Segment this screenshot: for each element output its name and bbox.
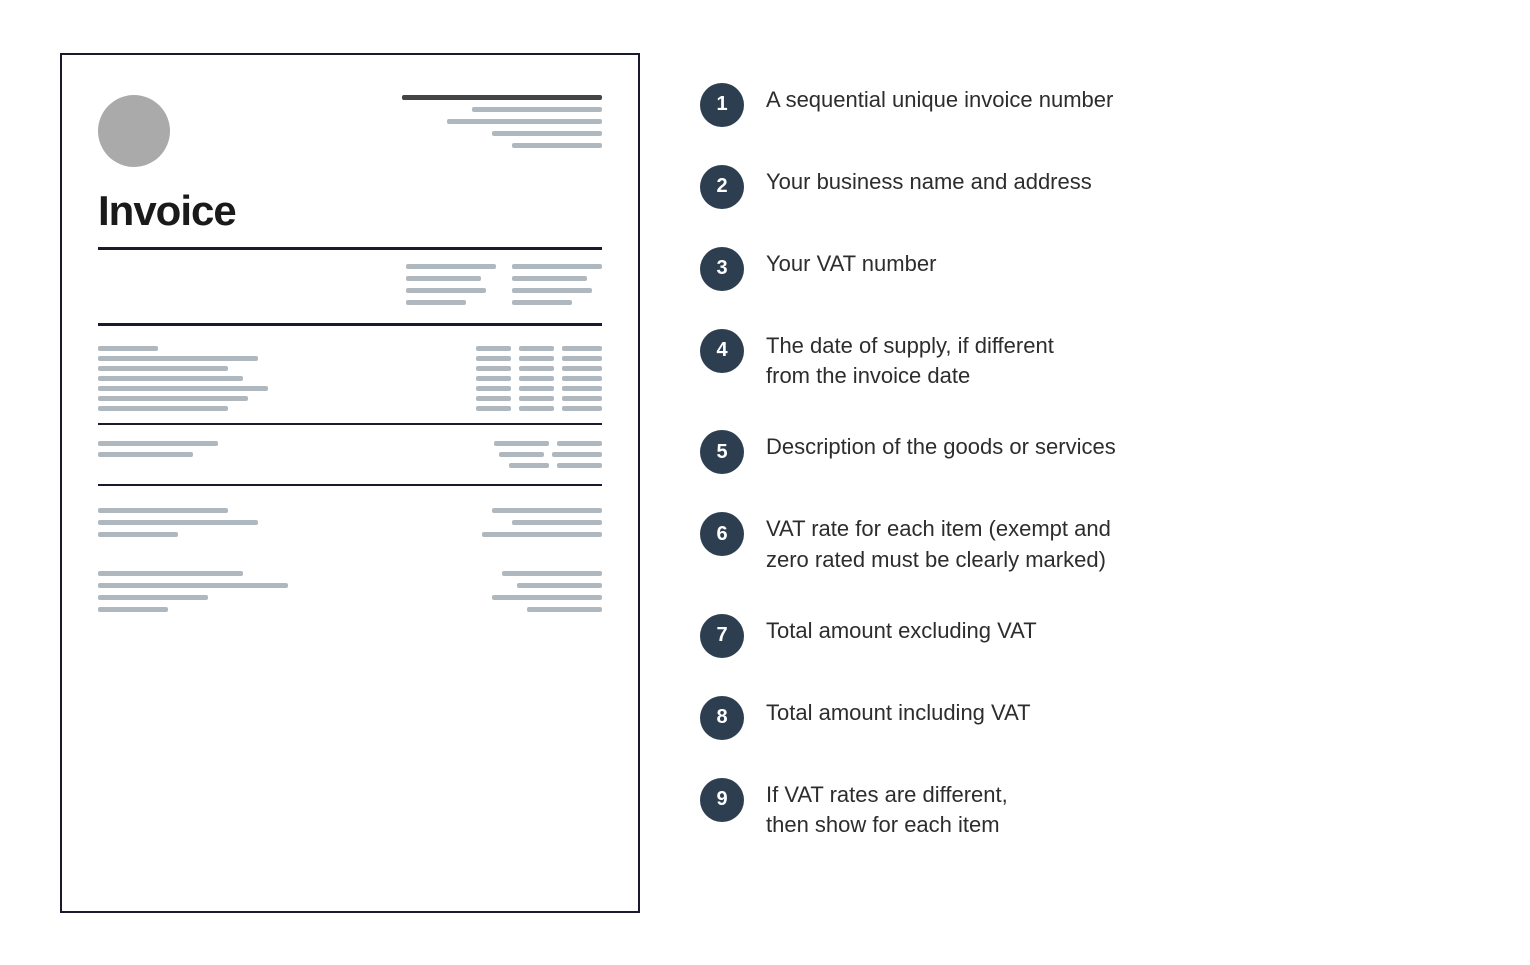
invoice-items <box>98 346 602 411</box>
header-bar-3 <box>447 119 602 124</box>
header-bar-1 <box>402 95 602 100</box>
list-item-2: 2 Your business name and address <box>700 145 1470 227</box>
invoice-divider-3 <box>98 423 602 425</box>
info-col-2 <box>512 264 602 305</box>
invoice-divider-1 <box>98 247 602 250</box>
info-col-1 <box>406 264 496 305</box>
info-bar-3 <box>406 288 486 293</box>
list-text-6: VAT rate for each item (exempt and zero … <box>766 510 1111 576</box>
list-text-5: Description of the goods or services <box>766 428 1116 463</box>
header-bar-5 <box>512 143 602 148</box>
list-badge-8: 8 <box>700 696 744 740</box>
invoice-title: Invoice <box>98 187 602 235</box>
header-bar-2 <box>472 107 602 112</box>
list-text-2: Your business name and address <box>766 163 1092 198</box>
list-item-5: 5 Description of the goods or services <box>700 410 1470 492</box>
info-bar-6 <box>512 276 587 281</box>
list-item-9: 9 If VAT rates are different, then show … <box>700 758 1470 860</box>
subtotals-right <box>494 441 602 468</box>
list-badge-6: 6 <box>700 512 744 556</box>
invoice-footer <box>98 508 602 612</box>
list-item-1: 1 A sequential unique invoice number <box>700 63 1470 145</box>
info-bar-1 <box>406 264 496 269</box>
list-badge-7: 7 <box>700 614 744 658</box>
list-text-3: Your VAT number <box>766 245 936 280</box>
list-text-1: A sequential unique invoice number <box>766 81 1113 116</box>
list-badge-4: 4 <box>700 329 744 373</box>
invoice-divider-4 <box>98 484 602 486</box>
invoice-mock: Invoice <box>60 53 640 913</box>
info-bar-5 <box>512 264 602 269</box>
page-container: Invoice <box>0 13 1530 953</box>
info-bar-4 <box>406 300 466 305</box>
info-bar-8 <box>512 300 572 305</box>
list-item-6: 6 VAT rate for each item (exempt and zer… <box>700 492 1470 594</box>
list-text-8: Total amount including VAT <box>766 694 1031 729</box>
invoice-info-row <box>98 264 602 305</box>
info-bar-7 <box>512 288 592 293</box>
item-right-1 <box>476 346 602 411</box>
info-bar-2 <box>406 276 481 281</box>
invoice-logo <box>98 95 170 167</box>
subtotals-left <box>98 441 218 457</box>
list-item-4: 4 The date of supply, if different from … <box>700 309 1470 411</box>
item-left-1 <box>98 346 268 411</box>
list-item-7: 7 Total amount excluding VAT <box>700 594 1470 676</box>
list-panel: 1 A sequential unique invoice number 2 Y… <box>700 53 1470 860</box>
list-badge-3: 3 <box>700 247 744 291</box>
item-row-1 <box>98 346 602 411</box>
header-bar-4 <box>492 131 602 136</box>
list-badge-9: 9 <box>700 778 744 822</box>
list-text-9: If VAT rates are different, then show fo… <box>766 776 1008 842</box>
list-badge-2: 2 <box>700 165 744 209</box>
footer-right <box>482 508 602 612</box>
list-item-3: 3 Your VAT number <box>700 227 1470 309</box>
list-text-4: The date of supply, if different from th… <box>766 327 1054 393</box>
list-item-8: 8 Total amount including VAT <box>700 676 1470 758</box>
invoice-subtotals <box>98 441 602 468</box>
list-badge-1: 1 <box>700 83 744 127</box>
list-text-7: Total amount excluding VAT <box>766 612 1037 647</box>
footer-left <box>98 508 288 612</box>
invoice-header <box>98 85 602 167</box>
invoice-header-right <box>402 95 602 148</box>
invoice-divider-2 <box>98 323 602 326</box>
list-badge-5: 5 <box>700 430 744 474</box>
